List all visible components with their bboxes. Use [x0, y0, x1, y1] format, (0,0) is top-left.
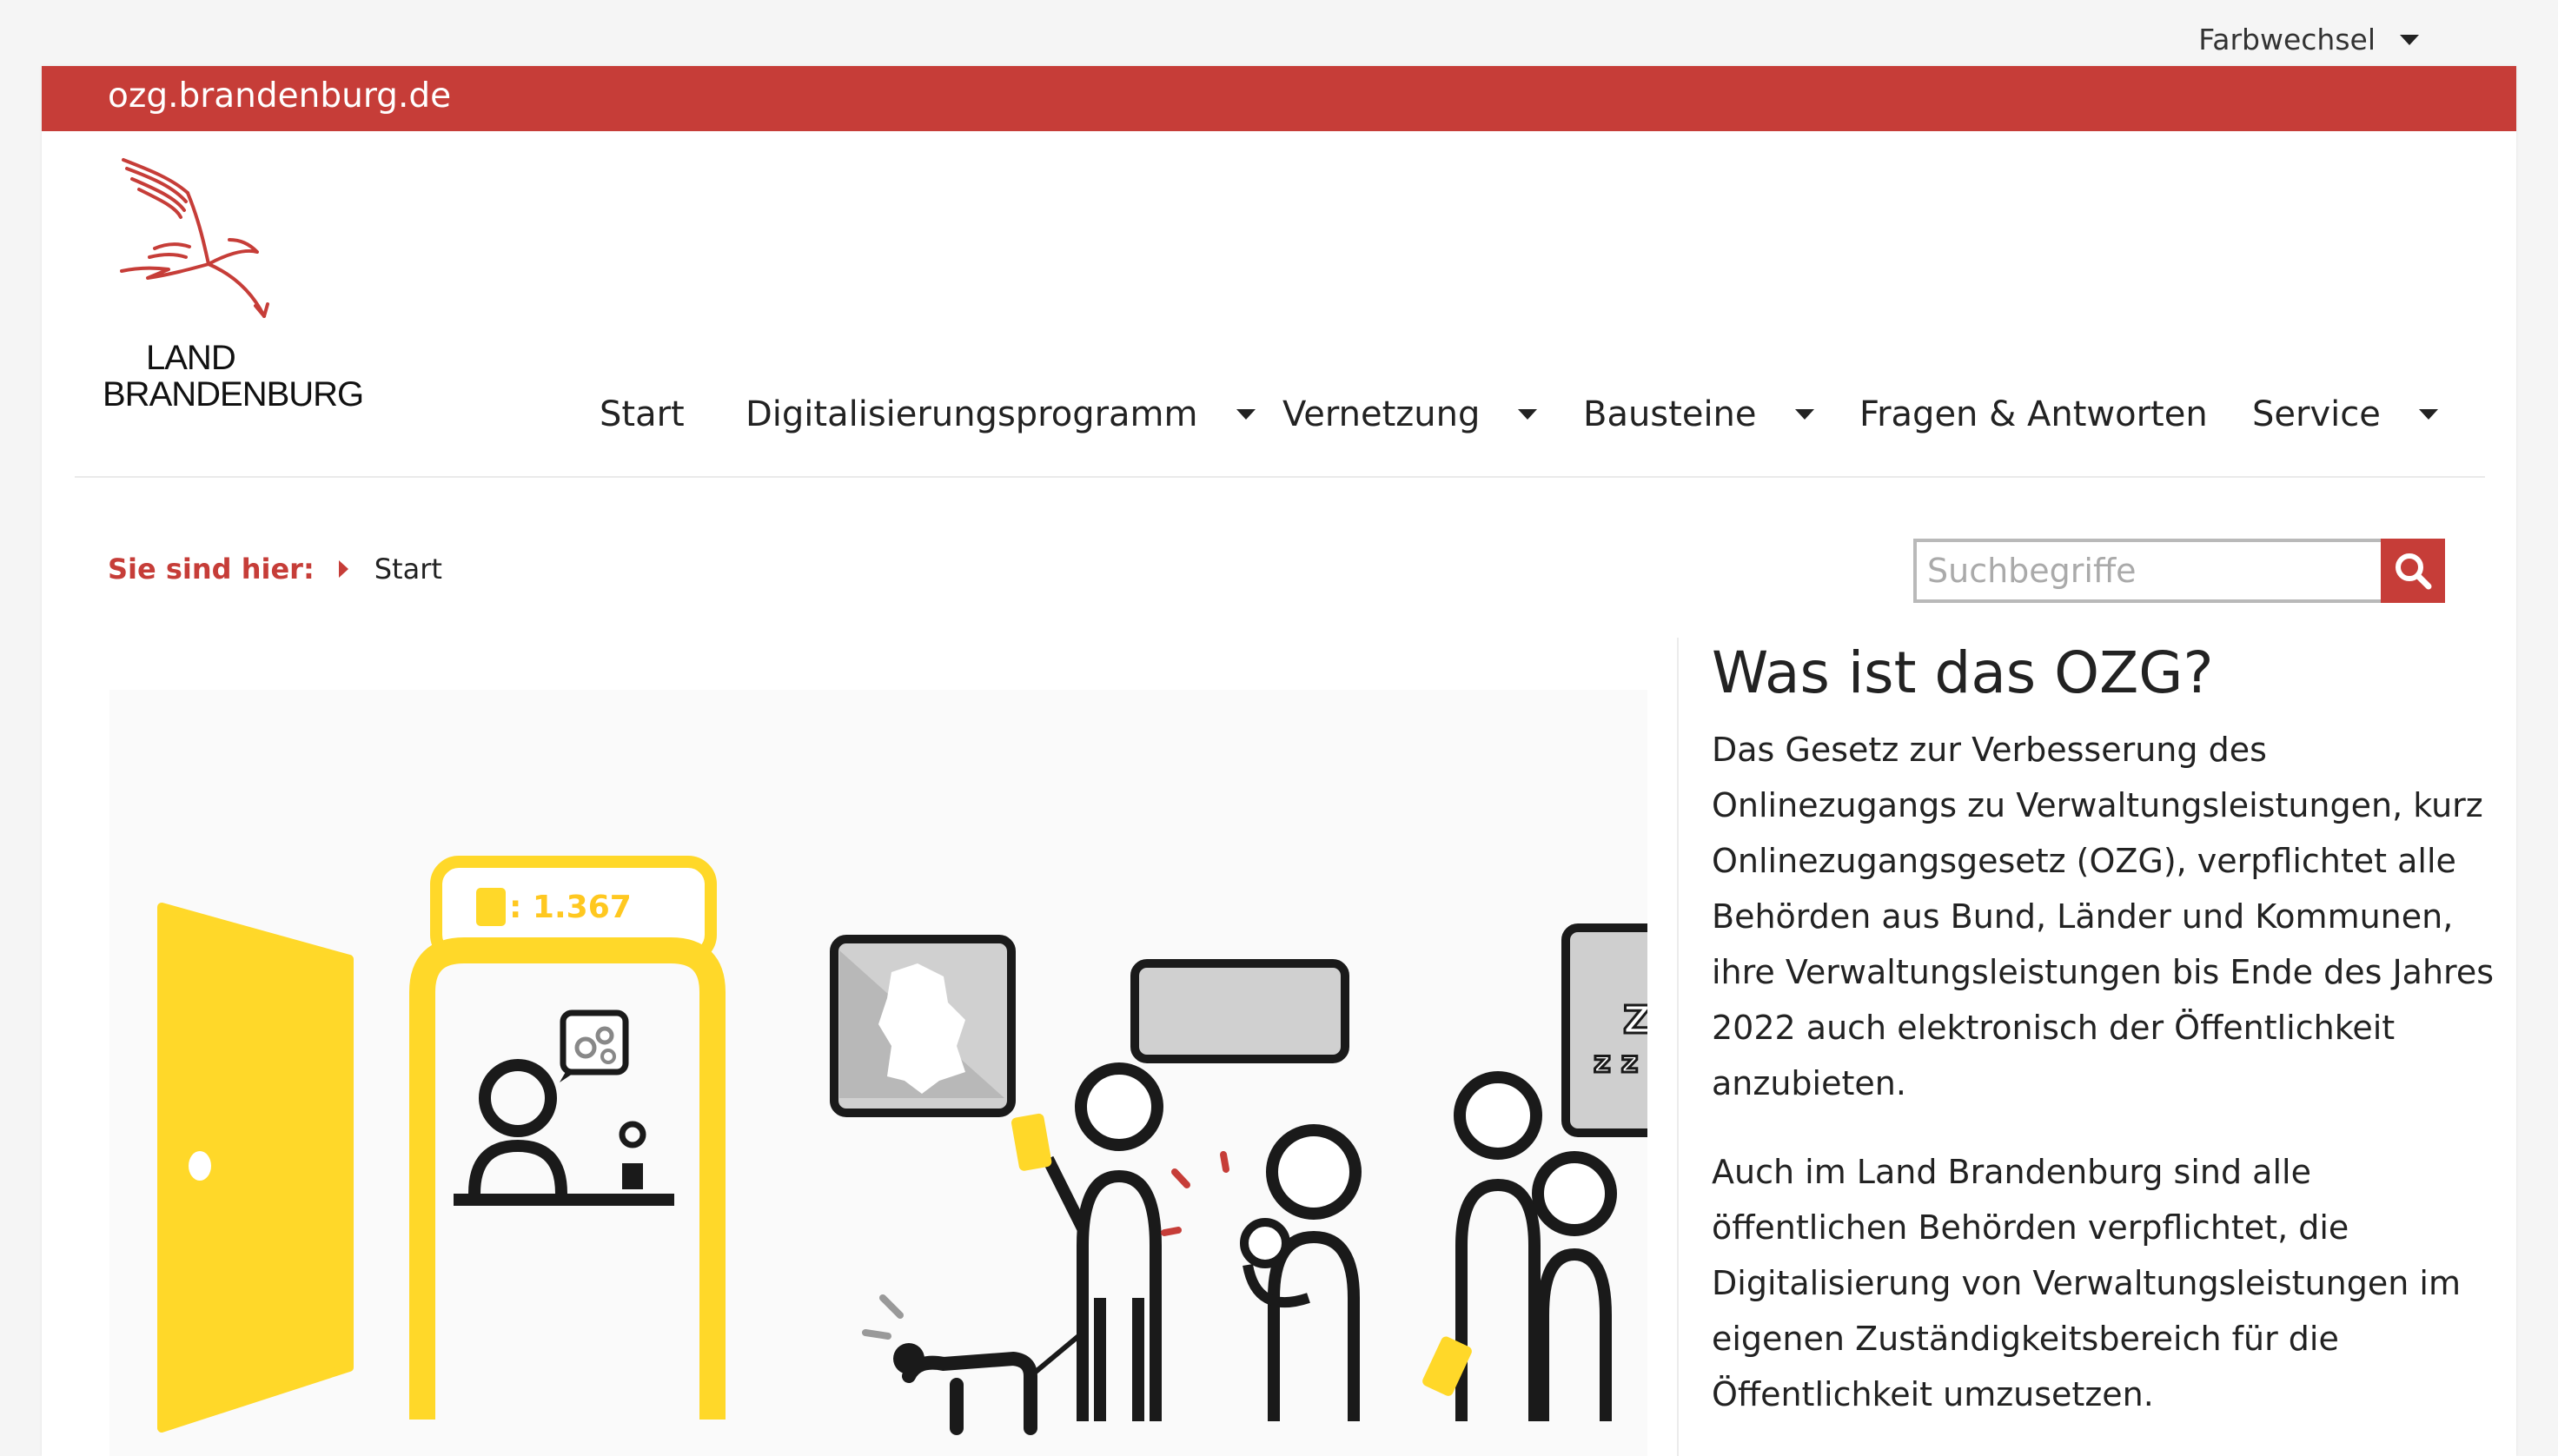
page-container: ozg.brandenburg.de LAND BRANDENBURG Star… — [42, 66, 2516, 1456]
main-navigation: Start Digitalisierungsprogramm Vernetzun… — [42, 394, 2516, 481]
nav-item-digitalisierungsprogramm[interactable]: Digitalisierungsprogramm — [746, 394, 1256, 434]
nav-item-label: Vernetzung — [1282, 394, 1481, 434]
nav-item-service[interactable]: Service — [2252, 394, 2438, 434]
yellow-card — [1011, 1113, 1052, 1171]
dog-shape — [902, 1351, 1037, 1435]
content-divider — [1677, 638, 1679, 1456]
person-3-head — [1454, 1071, 1542, 1160]
nav-item-fragen-antworten[interactable]: Fragen & Antworten — [1859, 394, 2208, 434]
nav-item-vernetzung[interactable]: Vernetzung — [1282, 394, 1538, 434]
breadcrumb-arrow-icon — [338, 560, 348, 578]
clerk-head — [479, 1059, 557, 1137]
ozg-article: Was ist das OZG? Das Gesetz zur Verbesse… — [1712, 639, 2494, 1455]
counter-sign-text: : 1.367 — [509, 890, 632, 925]
monitor-center — [1130, 959, 1349, 1063]
article-paragraph: Auch im Land Brandenburg sind alle öffen… — [1712, 1153, 2461, 1413]
article-title: Was ist das OZG? — [1712, 639, 2214, 706]
nav-item-label: Service — [2252, 394, 2381, 434]
chevron-down-icon — [1236, 409, 1256, 420]
nav-item-label: Bausteine — [1583, 394, 1757, 434]
person-4-head — [1532, 1151, 1617, 1236]
clerk-desk — [454, 1194, 674, 1206]
article-paragraph: Das Gesetz zur Verbesserung des Onlinezu… — [1712, 731, 2495, 1102]
chevron-down-icon — [1794, 409, 1814, 420]
eagle-icon — [120, 158, 269, 318]
site-header-bar: ozg.brandenburg.de — [42, 66, 2516, 131]
land-brandenburg-logo[interactable]: LAND BRANDENBURG — [103, 153, 364, 418]
nav-item-bausteine[interactable]: Bausteine — [1583, 394, 1814, 434]
person-with-card-head — [1075, 1062, 1163, 1151]
color-switch-label: Farbwechsel — [2198, 23, 2376, 56]
svg-text:Z: Z — [1623, 998, 1647, 1042]
nav-item-label: Digitalisierungsprogramm — [746, 394, 1198, 434]
chevron-down-icon — [1518, 409, 1538, 420]
door-knob — [189, 1151, 211, 1181]
chevron-down-icon — [2400, 34, 2419, 45]
nav-divider — [75, 476, 2485, 478]
search-icon — [2396, 553, 2432, 590]
clerk-body — [468, 1139, 567, 1195]
svg-text:z z: z z — [1594, 1045, 1638, 1080]
office-queue-illustration: : 1.367 z z Z — [157, 856, 1647, 1435]
breadcrumb-current[interactable]: Start — [374, 553, 442, 586]
logo-text-land: LAND — [146, 339, 236, 377]
nav-item-label: Start — [600, 394, 685, 434]
search-button[interactable] — [2381, 539, 2445, 603]
person-with-baby-head — [1266, 1124, 1362, 1220]
nav-item-start[interactable]: Start — [600, 394, 685, 434]
ticket-icon — [476, 888, 506, 926]
search-input[interactable] — [1913, 539, 2381, 603]
ozg-illustration: : 1.367 z z Z — [109, 690, 1647, 1456]
baby-head — [1240, 1218, 1290, 1268]
color-switch-dropdown[interactable]: Farbwechsel — [2198, 23, 2419, 56]
search-form — [1913, 539, 2445, 603]
plant-pot — [622, 1163, 643, 1189]
breadcrumb-label: Sie sind hier: — [108, 553, 315, 586]
chevron-down-icon — [2418, 409, 2438, 420]
breadcrumb: Sie sind hier: Start — [108, 553, 442, 586]
site-domain-link[interactable]: ozg.brandenburg.de — [108, 76, 451, 116]
nav-item-label: Fragen & Antworten — [1859, 394, 2208, 434]
